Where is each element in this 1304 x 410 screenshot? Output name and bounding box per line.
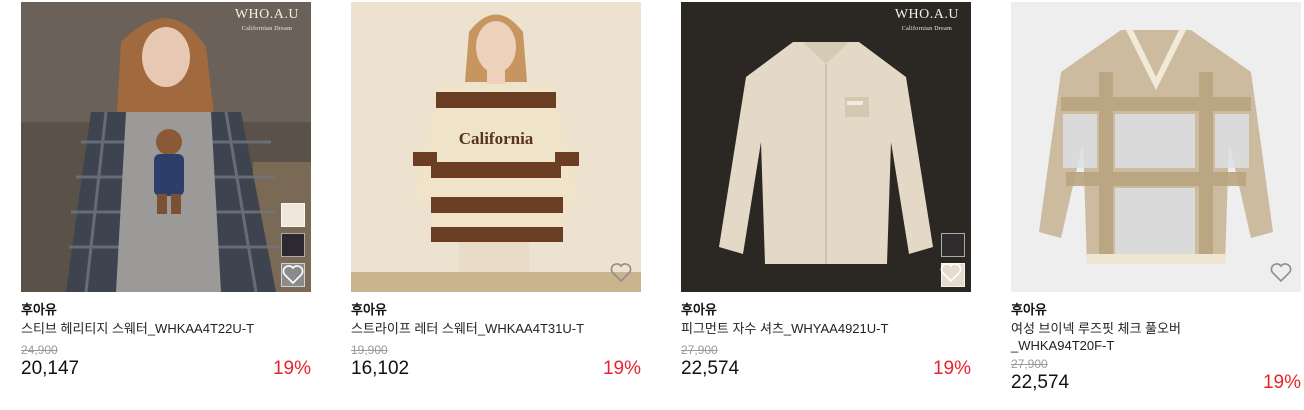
product-image[interactable] (1011, 2, 1301, 292)
product-brand[interactable]: 후아유 (351, 302, 641, 318)
brand-logo: WHO.A.U Californian Dream (894, 7, 959, 33)
price-row: 20,147 19% (21, 357, 311, 381)
original-price: 27,900 (681, 343, 718, 357)
sale-price: 20,147 (21, 358, 80, 379)
product-brand[interactable]: 후아유 (21, 302, 311, 318)
product-card[interactable]: WHO.A.U Californian Dream 후아유 스티브 헤리티지 스웨… (21, 2, 311, 381)
product-image[interactable]: WHO.A.U Californian Dream (21, 2, 311, 292)
discount-rate: 19% (1262, 372, 1301, 393)
product-grid: WHO.A.U Californian Dream 후아유 스티브 헤리티지 스웨… (0, 0, 1304, 410)
product-photo (21, 2, 311, 292)
discount-rate: 19% (602, 358, 641, 379)
product-card[interactable]: 후아유 여성 브이넥 루즈핏 체크 풀오버 _WHKA94T20F-T 27,90… (1011, 2, 1301, 395)
product-name-line2: _WHKA94T20F-T (1011, 338, 1115, 353)
svg-text:California: California (459, 129, 534, 148)
product-image[interactable]: WHO.A.U Californian Dream (681, 2, 971, 292)
product-image[interactable]: California (351, 2, 641, 292)
brand-logo: WHO.A.U Californian Dream (234, 7, 299, 33)
product-brand[interactable]: 후아유 (681, 302, 971, 318)
color-swatch-charcoal[interactable] (941, 233, 965, 257)
color-swatch-charcoal[interactable] (281, 233, 305, 257)
color-swatch-cream[interactable] (281, 203, 305, 227)
product-name[interactable]: 스트라이프 레터 스웨터_WHKAA4T31U-T (351, 320, 641, 337)
price-row: 22,574 19% (681, 357, 971, 381)
product-photo (1011, 2, 1301, 292)
product-name-line1: 여성 브이넥 루즈핏 체크 풀오버 (1011, 321, 1181, 336)
sale-price: 22,574 (1011, 372, 1070, 393)
sale-price: 22,574 (681, 358, 740, 379)
original-price: 24,900 (21, 343, 58, 357)
product-card[interactable]: WHO.A.U Californian Dream 후아유 피그먼트 자수 셔츠_… (681, 2, 971, 381)
wishlist-heart-icon[interactable] (281, 262, 305, 286)
product-name[interactable]: 피그먼트 자수 셔츠_WHYAA4921U-T (681, 320, 971, 337)
wishlist-heart-icon[interactable] (939, 260, 963, 284)
original-price: 19,900 (351, 343, 388, 357)
wishlist-heart-icon[interactable] (1269, 260, 1293, 284)
discount-rate: 19% (932, 358, 971, 379)
product-brand[interactable]: 후아유 (1011, 302, 1301, 318)
price-row: 16,102 19% (351, 357, 641, 381)
discount-rate: 19% (272, 358, 311, 379)
product-photo (681, 2, 971, 292)
sale-price: 16,102 (351, 358, 410, 379)
price-row: 22,574 19% (1011, 371, 1301, 395)
product-card[interactable]: California 후아유 스트라이프 레터 스웨터_WHKAA4T31U-T… (351, 2, 641, 381)
product-photo: California (351, 2, 641, 292)
wishlist-heart-icon[interactable] (609, 260, 633, 284)
original-price: 27,900 (1011, 357, 1048, 371)
product-name[interactable]: 스티브 헤리티지 스웨터_WHKAA4T22U-T (21, 320, 311, 337)
product-name[interactable]: 여성 브이넥 루즈핏 체크 풀오버 _WHKA94T20F-T (1011, 320, 1301, 354)
